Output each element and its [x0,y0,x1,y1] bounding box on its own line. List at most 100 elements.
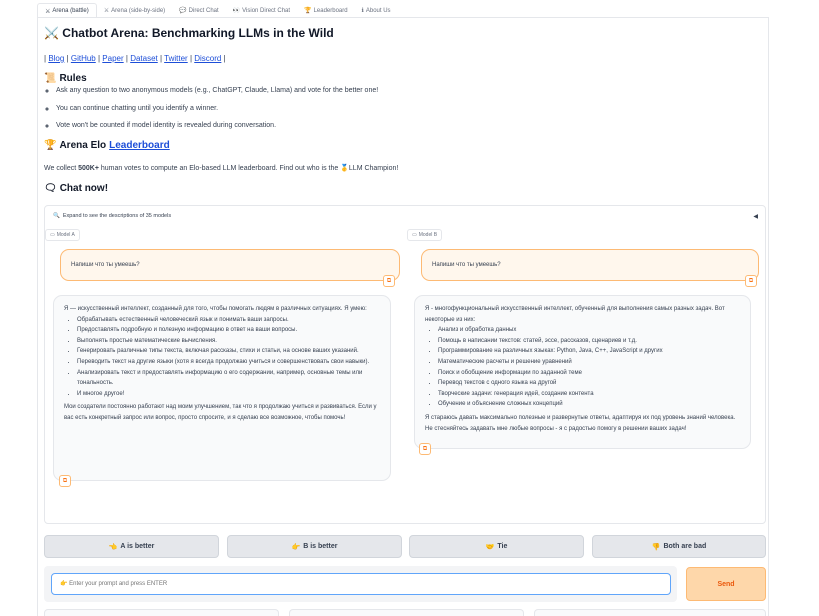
tab-divider [37,17,769,18]
rules-list: Ask any question to two anonymous models… [56,87,378,140]
response-list-item: Творческие задачи: генерация идей, созда… [438,389,740,400]
elo-heading: 🏆 Arena Elo Leaderboard [44,140,170,151]
copy-icon[interactable]: ⧉ [59,475,71,487]
chat-icon: ▭ [50,232,55,238]
user-message-text: Напиши что ты умеешь? [432,262,501,268]
link-paper[interactable]: Paper [102,54,123,63]
vote-label: A is better [120,543,155,550]
link-dataset[interactable]: Dataset [130,54,158,63]
prompt-input[interactable] [51,573,671,595]
response-list-item: Помощь в написании текстов: статей, эссе… [438,336,740,347]
frame-border-right [768,17,769,616]
tab-label: About Us [365,7,391,14]
models-accordion[interactable]: 🔍 Expand to see the descriptions of 35 m… [53,213,171,219]
link-discord[interactable]: Discord [194,54,221,63]
response-list-item: Выполнять простые математические вычисле… [77,336,380,347]
model-b-label-text: Model B [418,232,438,238]
chat-now-heading: 🗨 Chat now! [44,183,108,194]
model-b-user-message: Напиши что ты умеешь? [421,249,759,281]
tab-leaderboard[interactable]: 🏆 Leaderboard [297,3,355,18]
elo-description: We collect 500K+ human votes to compute … [44,164,398,172]
response-list-item: Программирование на различных языках: Py… [438,346,740,357]
model-a-user-message: Напиши что ты умеешь? [60,249,400,281]
response-list: Анализ и обработка данных Помощь в напис… [425,325,740,410]
rules-heading-text: Rules [59,73,87,84]
chat-now-text: Chat now! [59,183,109,194]
response-list-item: Анализировать текст и предоставлять инфо… [77,368,380,389]
frame-border-left [37,17,38,616]
tab-direct-chat[interactable]: 💬 Direct Chat [172,3,226,18]
link-github[interactable]: GitHub [71,54,96,63]
tab-label: Arena (battle) [52,8,89,14]
info-icon: ℹ [361,8,364,14]
response-list-item: Обучение и объяснение сложных концепций [438,399,740,410]
response-outro: Мои создатели постоянно работают над мои… [64,404,377,421]
model-a-label: ▭ Model A [45,229,80,241]
copy-icon[interactable]: ⧉ [419,443,431,455]
link-twitter[interactable]: Twitter [164,54,188,63]
response-list-item: Переводить текст на другие языки (хотя я… [77,357,380,368]
eyes-icon: 👀 [232,8,241,14]
trophy-icon: 🏆 [304,8,312,14]
response-list-item: И многое другое! [77,389,380,400]
swords-icon: ⚔ [45,8,51,15]
tab-label: Direct Chat [188,7,219,14]
tab-arena-battle[interactable]: ⚔ Arena (battle) [37,3,97,18]
tab-label: Leaderboard [313,7,348,14]
model-a-label-text: Model A [56,232,75,238]
model-b-label: ▭ Model B [407,229,443,241]
elo-text-after: human votes to compute an Elo-based LLM … [98,165,399,172]
rule-item: Vote won't be counted if model identity … [56,122,378,140]
response-intro: Я - многофункциональный искусственный ин… [425,306,725,323]
rule-item: You can continue chatting until you iden… [56,105,378,123]
tab-vision-direct-chat[interactable]: 👀 Vision Direct Chat [226,3,297,18]
tab-bar: ⚔ Arena (battle) ⚔ Arena (side-by-side) 💬 D… [37,3,398,18]
copy-icon[interactable]: ⧉ [745,275,757,287]
bottom-button-edge[interactable] [44,609,279,616]
swords-icon: ⚔ [103,8,110,14]
vote-label: B is better [303,543,338,550]
elo-text-before: We collect [44,165,79,172]
vote-both-bad-button[interactable]: 👎 Both are bad [592,535,766,558]
elo-vote-count: 500K+ [78,165,99,172]
response-list-item: Генерировать различные типы текста, вклю… [77,346,380,357]
tab-about-us[interactable]: ℹ About Us [355,3,398,18]
tab-label: Arena (side-by-side) [111,7,166,14]
response-list-item: Перевод текстов с одного языка на другой [438,378,740,389]
point-left-icon: 👈 [108,543,118,551]
model-b-response: Я - многофункциональный искусственный ин… [414,295,751,449]
thumbs-down-icon: 👎 [651,543,661,551]
scroll-icon: 📜 [44,73,57,84]
response-list-item: Поиск и обобщение информации по заданной… [438,368,740,379]
vote-label: Tie [497,543,508,550]
rules-heading: 📜 Rules [44,73,87,84]
tab-arena-side-by-side[interactable]: ⚔ Arena (side-by-side) [97,3,172,18]
bottom-button-edge[interactable] [289,609,524,616]
response-list-item: Предоставлять подробную и полезную инфор… [77,325,380,336]
response-intro: Я — искусственный интеллект, созданный д… [64,306,367,312]
search-icon: 🔍 [53,213,60,219]
trophy-icon: 🏆 [44,140,57,151]
prompt-container [44,566,677,602]
leaderboard-link[interactable]: Leaderboard [109,140,170,151]
bottom-button-edge[interactable] [534,609,766,616]
response-outro: Я стараюсь давать максимально полезные и… [425,414,736,432]
copy-icon[interactable]: ⧉ [383,275,395,287]
rule-item: Ask any question to two anonymous models… [56,87,378,105]
speech-bubble-icon: 💬 [179,8,187,14]
resource-links: | Blog | GitHub | Paper | Dataset | Twit… [44,54,226,63]
response-list-item: Математические расчеты и решение уравнен… [438,357,740,368]
tab-label: Vision Direct Chat [242,7,291,14]
response-list-item: Анализ и обработка данных [438,325,740,336]
send-button[interactable]: Send [686,567,766,601]
handshake-icon: 🤝 [485,543,495,551]
vote-b-better-button[interactable]: 👉 B is better [227,535,402,558]
point-right-icon: 👉 [291,543,301,551]
vote-a-better-button[interactable]: 👈 A is better [44,535,219,558]
chevron-left-icon[interactable]: ◀ [753,213,758,220]
response-list: Обрабатывать естественный человеческий я… [64,315,380,400]
link-blog[interactable]: Blog [48,54,64,63]
vote-tie-button[interactable]: 🤝 Tie [409,535,584,558]
model-a-response: Я — искусственный интеллект, созданный д… [53,295,391,481]
elo-heading-text: Arena Elo [59,140,107,151]
